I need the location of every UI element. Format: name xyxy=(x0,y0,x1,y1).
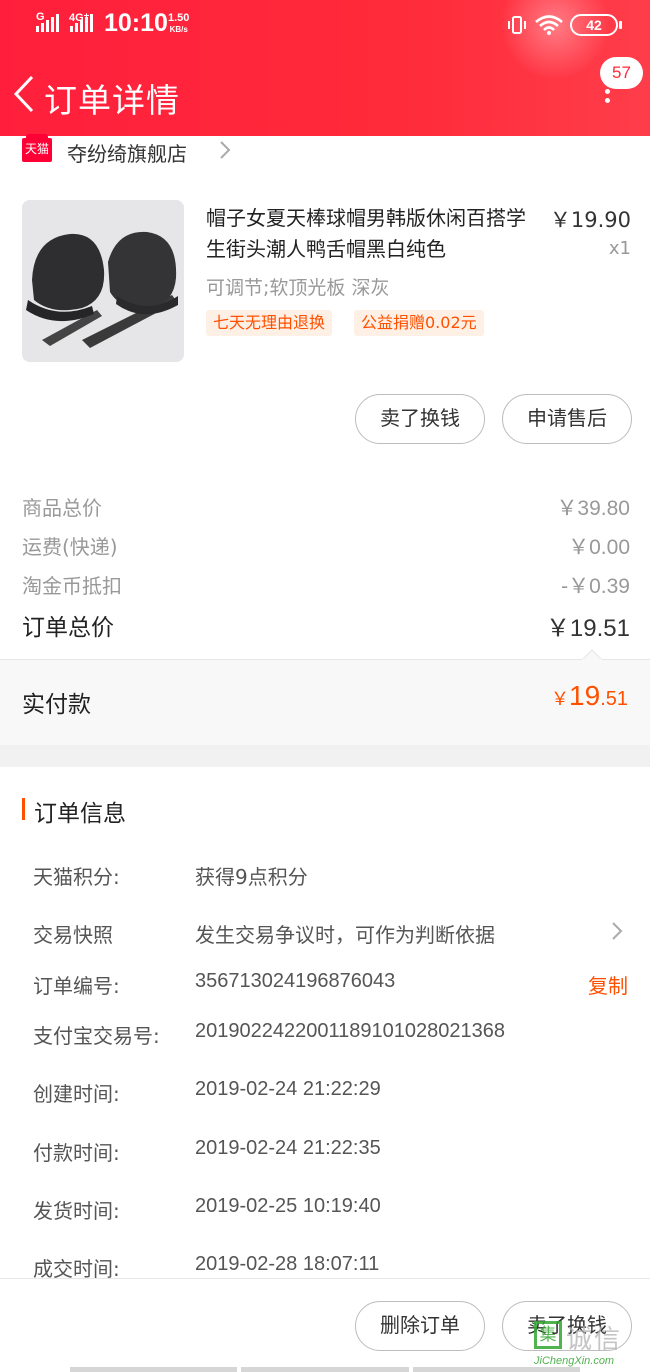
signal-icon xyxy=(36,12,59,32)
chevron-right-icon xyxy=(220,141,231,159)
amount-paid-integer: 19 xyxy=(569,680,601,711)
alipay-number-value: 2019022422001189101028021368 xyxy=(195,1020,505,1042)
amount-paid-decimal: .51 xyxy=(600,688,628,710)
coin-discount-value: -￥0.39 xyxy=(561,575,630,598)
points-label: 天猫积分: xyxy=(33,865,120,889)
amount-paid-currency: ￥ xyxy=(551,689,570,709)
tmall-logo-icon: 天猫 xyxy=(22,134,52,162)
shipping-label: 运费(快递) xyxy=(22,535,118,559)
paid-time-value: 2019-02-24 21:22:35 xyxy=(195,1137,381,1159)
battery-icon: 42 xyxy=(570,14,622,36)
section-divider xyxy=(0,745,650,767)
shipped-time-label: 发货时间: xyxy=(33,1199,120,1223)
status-bar: G 4G⁺ 10:10 1.50 KB/s 42 xyxy=(0,0,650,50)
copy-button[interactable]: 复制 xyxy=(588,970,628,999)
message-count-badge[interactable]: 57 xyxy=(600,57,643,89)
coin-discount-row: 淘金币抵扣 -￥0.39 xyxy=(22,570,630,599)
home-indicator xyxy=(0,1367,650,1372)
shipping-row: 运费(快递) ￥0.00 xyxy=(22,531,630,560)
order-total-label: 订单总价 xyxy=(22,615,114,641)
snapshot-label: 交易快照 xyxy=(33,923,113,947)
goods-total-label: 商品总价 xyxy=(22,496,102,520)
status-time: 10:10 xyxy=(104,9,168,37)
paid-time-label: 付款时间: xyxy=(33,1141,120,1165)
delete-order-button[interactable]: 删除订单 xyxy=(355,1301,485,1351)
watermark-logo: 集 诚信 JiChengXin.com xyxy=(530,1317,648,1372)
product-title[interactable]: 帽子女夏天棒球帽男韩版休闲百搭学生街头潮人鸭舌帽黑白纯色 xyxy=(206,203,536,265)
coin-discount-label: 淘金币抵扣 xyxy=(22,574,122,598)
closed-time-value: 2019-02-28 18:07:11 xyxy=(195,1253,380,1275)
shipped-time-value: 2019-02-25 10:19:40 xyxy=(195,1195,381,1217)
bottom-action-bar: 删除订单 卖了换钱 集 诚信 JiChengXin.com xyxy=(0,1278,650,1372)
order-info-heading: 订单信息 xyxy=(22,794,126,828)
charity-tag: 公益捐赠0.02元 xyxy=(354,310,484,336)
signal-icon-2 xyxy=(70,12,93,32)
sell-for-cash-button[interactable]: 卖了换钱 xyxy=(355,394,485,444)
alipay-number-label: 支付宝交易号: xyxy=(33,1024,160,1048)
store-name[interactable]: 夺纷绮旗舰店 xyxy=(67,138,187,167)
watermark-mark: 集 xyxy=(534,1321,562,1349)
order-total-row: 订单总价 ￥19.51 xyxy=(22,608,630,642)
network-speed-unit: KB/s xyxy=(169,25,188,34)
watermark-cn: 诚信 xyxy=(566,1325,623,1355)
more-icon[interactable] xyxy=(603,89,611,111)
store-row[interactable]: 天猫 夺纷绮旗舰店 xyxy=(0,134,650,168)
network-speed-value: 1.50 xyxy=(168,12,190,24)
points-value: 获得9点积分 xyxy=(195,865,308,889)
created-time-label: 创建时间: xyxy=(33,1082,120,1106)
pointer-arrow-icon xyxy=(582,649,602,660)
vibrate-icon xyxy=(508,16,526,34)
nav-bar: 订单详情 57 xyxy=(0,57,650,128)
after-sale-button[interactable]: 申请售后 xyxy=(502,394,632,444)
amount-paid-box: 实付款 ￥19.51 xyxy=(0,649,650,745)
snapshot-value: 发生交易争议时，可作为判断依据 xyxy=(195,923,495,947)
shipping-value: ￥0.00 xyxy=(568,536,630,559)
product-quantity: x1 xyxy=(608,238,631,259)
product-image[interactable] xyxy=(22,200,184,362)
wifi-icon xyxy=(535,15,563,35)
network-speed: 1.50 KB/s xyxy=(168,12,189,36)
product-sku: 可调节;软顶光板 深灰 xyxy=(206,277,390,299)
return-policy-tag: 七天无理由退换 xyxy=(206,310,333,336)
amount-paid-label: 实付款 xyxy=(22,692,91,718)
goods-total-row: 商品总价 ￥39.80 xyxy=(22,492,630,521)
amount-paid-value: ￥19.51 xyxy=(551,680,628,712)
created-time-value: 2019-02-24 21:22:29 xyxy=(195,1078,381,1100)
page-title: 订单详情 xyxy=(44,81,180,120)
goods-total-value: ￥39.80 xyxy=(556,497,630,520)
header: G 4G⁺ 10:10 1.50 KB/s 42 订单详情 57 xyxy=(0,0,650,136)
order-number-label: 订单编号: xyxy=(33,974,120,998)
back-icon[interactable] xyxy=(12,74,36,114)
watermark-en: JiChengXin.com xyxy=(534,1355,615,1367)
chevron-right-icon xyxy=(612,922,623,940)
order-number-value: 356713024196876043 xyxy=(195,970,396,992)
order-total-value: ￥19.51 xyxy=(545,615,630,642)
product-price: ￥19.90 xyxy=(549,208,631,232)
